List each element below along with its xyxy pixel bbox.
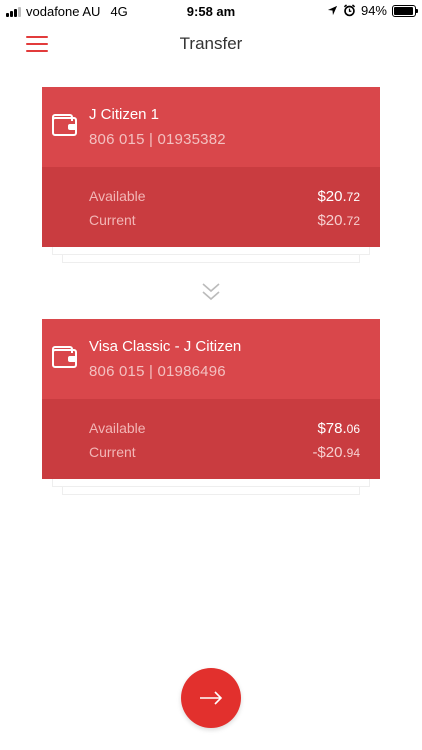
available-label: Available [89, 188, 146, 204]
card-header: J Citizen 1 806 015 | 01935382 [42, 87, 380, 167]
current-balance: $20.72 [317, 212, 360, 229]
wallet-icon [52, 114, 77, 136]
page-title: Transfer [179, 34, 243, 53]
card-stack-edge [62, 487, 360, 495]
account-number: 806 015 | 01935382 [89, 131, 226, 148]
current-balance: -$20.94 [312, 444, 360, 461]
available-balance: $78.06 [317, 420, 360, 437]
from-account-card-wrap: J Citizen 1 806 015 | 01935382 Available… [42, 87, 380, 263]
to-account-card-wrap: Visa Classic - J Citizen 806 015 | 01986… [42, 319, 380, 495]
card-stack-edge [52, 247, 370, 255]
to-account-card[interactable]: Visa Classic - J Citizen 806 015 | 01986… [42, 319, 380, 479]
available-balance: $20.72 [317, 188, 360, 205]
card-header: Visa Classic - J Citizen 806 015 | 01986… [42, 319, 380, 399]
available-label: Available [89, 420, 146, 436]
card-balances: Available $78.06 Current -$20.94 [42, 399, 380, 479]
next-button[interactable] [181, 668, 241, 728]
card-balances: Available $20.72 Current $20.72 [42, 167, 380, 247]
arrow-right-icon [200, 691, 223, 705]
current-label: Current [89, 212, 136, 228]
current-label: Current [89, 444, 136, 460]
location-arrow-icon [327, 5, 338, 16]
card-stack-edge [52, 479, 370, 487]
card-stack-edge [62, 255, 360, 263]
account-name: J Citizen 1 [89, 106, 160, 123]
app-header: Transfer [0, 22, 422, 66]
battery-percent: 94% [360, 3, 387, 18]
account-number: 806 015 | 01986496 [89, 363, 226, 380]
status-right: 94% [327, 3, 418, 18]
alarm-icon [343, 4, 356, 17]
from-account-card[interactable]: J Citizen 1 806 015 | 01935382 Available… [42, 87, 380, 247]
double-chevron-down-icon [202, 283, 220, 301]
account-name: Visa Classic - J Citizen [89, 338, 242, 355]
status-bar: vodafone AU 4G 9:58 am 94% [0, 0, 422, 22]
battery-icon [392, 4, 418, 17]
wallet-icon [52, 346, 77, 368]
